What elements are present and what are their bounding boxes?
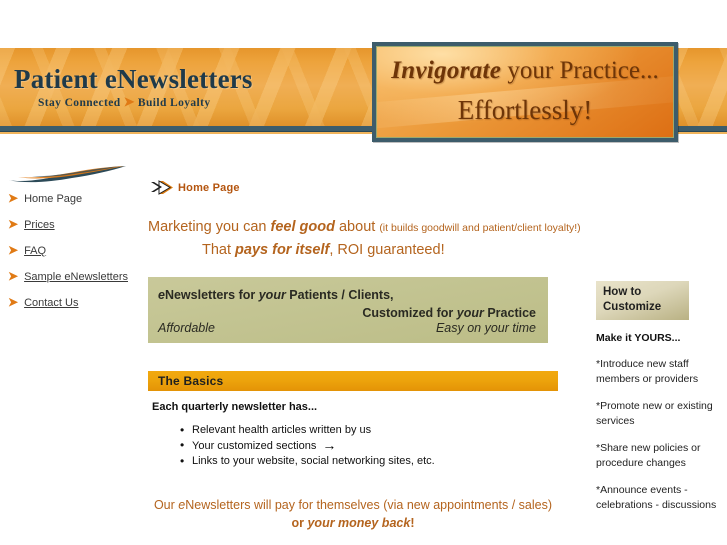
nav-arrow-icon: ➤ xyxy=(8,243,19,257)
tagline-left-text: Stay Connected xyxy=(38,97,121,109)
olive-line-1: eNewsletters for your Patients / Clients… xyxy=(158,286,536,304)
breadcrumb-label: Home Page xyxy=(178,182,240,194)
olive-sub-affordable: Affordable xyxy=(158,321,215,335)
right-sidebar: How to Customize Make it YOURS... *Intro… xyxy=(596,281,721,512)
guarantee-l1-a: Our xyxy=(153,498,179,512)
guarantee-pitch: Our eNewsletters will pay for themselves… xyxy=(148,496,558,532)
headline-r2-b: , ROI guaranteed! xyxy=(329,242,445,258)
tagline-arrow-icon: ➤ xyxy=(123,94,135,109)
plaque-headline-line2: Effortlessly! xyxy=(457,95,593,125)
sidebar-nav: ➤ Home Page ➤ Prices ➤ FAQ ➤ Sample eNew… xyxy=(0,192,135,322)
olive-l1-emphasis-your: your xyxy=(258,288,286,302)
headline-emphasis-pays-for-itself: pays for itself xyxy=(235,242,330,258)
headline-r1-a: Marketing you can xyxy=(148,219,271,235)
olive-subline-row: Affordable Easy on your time xyxy=(158,321,536,335)
sidebar-item-prices[interactable]: ➤ Prices xyxy=(0,218,135,244)
brand-title: Patient eNewsletters xyxy=(14,64,253,94)
sidebar-item-faq[interactable]: ➤ FAQ xyxy=(0,244,135,270)
basics-section-header: The Basics xyxy=(148,371,558,391)
howto-header-line-2: Customize xyxy=(603,301,662,313)
tagline-plaque: Invigorate your Practice... Effortlessly… xyxy=(372,42,678,142)
brand-tagline: Stay Connected ➤ Build Loyalty xyxy=(38,94,211,110)
sidebar-item-contact-us[interactable]: ➤ Contact Us xyxy=(0,296,135,322)
olive-sub-easy: Easy on your time xyxy=(435,321,536,335)
main-content: Home Page Marketing you can feel good ab… xyxy=(148,178,581,532)
list-item-text: Your customized sections xyxy=(192,440,317,452)
guarantee-line-2: or your money back! xyxy=(148,514,558,532)
list-item-text: Links to your website, social networking… xyxy=(192,455,435,467)
plaque-line1-rest: your Practice... xyxy=(501,57,659,84)
tagline-right-text: Build Loyalty xyxy=(137,97,211,109)
guarantee-l2-a: or xyxy=(291,516,308,530)
sidebar-item-label: Prices xyxy=(24,219,55,231)
howto-item: *Promote new or existing services xyxy=(596,400,713,427)
guarantee-emphasis-money-back: your money back xyxy=(307,516,411,530)
plaque-word-invigorate: Invigorate xyxy=(391,57,502,84)
howto-header-line-1: How to xyxy=(603,286,642,298)
right-arrow-icon: → xyxy=(322,437,337,453)
marketing-headline: Marketing you can feel good about (it bu… xyxy=(148,218,581,260)
guarantee-line-1: Our eNewsletters will pay for themselves… xyxy=(148,496,558,514)
sidebar-item-sample-enewsletters[interactable]: ➤ Sample eNewsletters xyxy=(0,270,135,296)
olive-l2-b: Practice xyxy=(483,306,536,320)
headline-row-1: Marketing you can feel good about (it bu… xyxy=(148,218,581,238)
howto-item: *Announce events - celebrations - discus… xyxy=(596,484,717,511)
olive-l1-b: Newsletters for xyxy=(164,288,259,302)
olive-line-2: Customized for your Practice xyxy=(158,304,536,322)
sidebar-item-label: Home Page xyxy=(24,193,83,205)
list-item-text: Relevant health articles written by us xyxy=(192,424,372,436)
basics-section-title: The Basics xyxy=(158,374,224,388)
swoosh-decoration-icon xyxy=(8,166,126,183)
howto-item: *Introduce new staff members or provider… xyxy=(596,358,699,385)
olive-e-prefix: e xyxy=(158,288,165,302)
olive-l2-a: Customized for xyxy=(362,306,457,320)
guarantee-l1-b: Newsletters will pay for themselves (via… xyxy=(185,498,553,512)
nav-arrow-icon: ➤ xyxy=(8,269,19,283)
olive-l2-emphasis-your: your xyxy=(456,306,484,320)
basics-feature-list: Relevant health articles written by us Y… xyxy=(148,423,568,469)
list-item: Relevant health articles written by us xyxy=(180,423,568,438)
list-item: Your customized sections → xyxy=(180,438,568,454)
howto-customize-header: How to Customize xyxy=(596,281,689,320)
howto-item: *Share new policies or procedure changes xyxy=(596,442,701,469)
sidebar-item-label: FAQ xyxy=(24,245,47,257)
nav-arrow-icon: ➤ xyxy=(8,217,19,231)
basics-subtitle: Each quarterly newsletter has... xyxy=(152,401,318,413)
sidebar-item-label: Sample eNewsletters xyxy=(24,271,128,283)
double-chevron-icon xyxy=(151,180,173,195)
headline-emphasis-feel-good: feel good xyxy=(270,219,335,235)
nav-arrow-icon: ➤ xyxy=(8,191,19,205)
headline-row-2: That pays for itself, ROI guaranteed! xyxy=(148,241,568,260)
list-item: Links to your website, social networking… xyxy=(180,454,568,469)
tagline-plaque-inner: Invigorate your Practice... Effortlessly… xyxy=(376,46,674,138)
nav-arrow-icon: ➤ xyxy=(8,295,19,309)
howto-subheading: Make it YOURS... xyxy=(596,332,681,344)
olive-l1-c: Patients / Clients, xyxy=(285,288,394,302)
breadcrumb: Home Page xyxy=(148,178,568,198)
headline-r1-b: about xyxy=(334,219,380,235)
headline-r2-a: That xyxy=(202,242,236,258)
sidebar-item-home-page[interactable]: ➤ Home Page xyxy=(0,192,135,218)
guarantee-l2-b: ! xyxy=(410,516,415,530)
sidebar-item-label: Contact Us xyxy=(24,297,79,309)
plaque-headline-line1: Invigorate your Practice... xyxy=(377,57,673,85)
value-proposition-box: eNewsletters for your Patients / Clients… xyxy=(148,277,548,343)
headline-parenthetical: (it builds goodwill and patient/client l… xyxy=(379,222,581,234)
